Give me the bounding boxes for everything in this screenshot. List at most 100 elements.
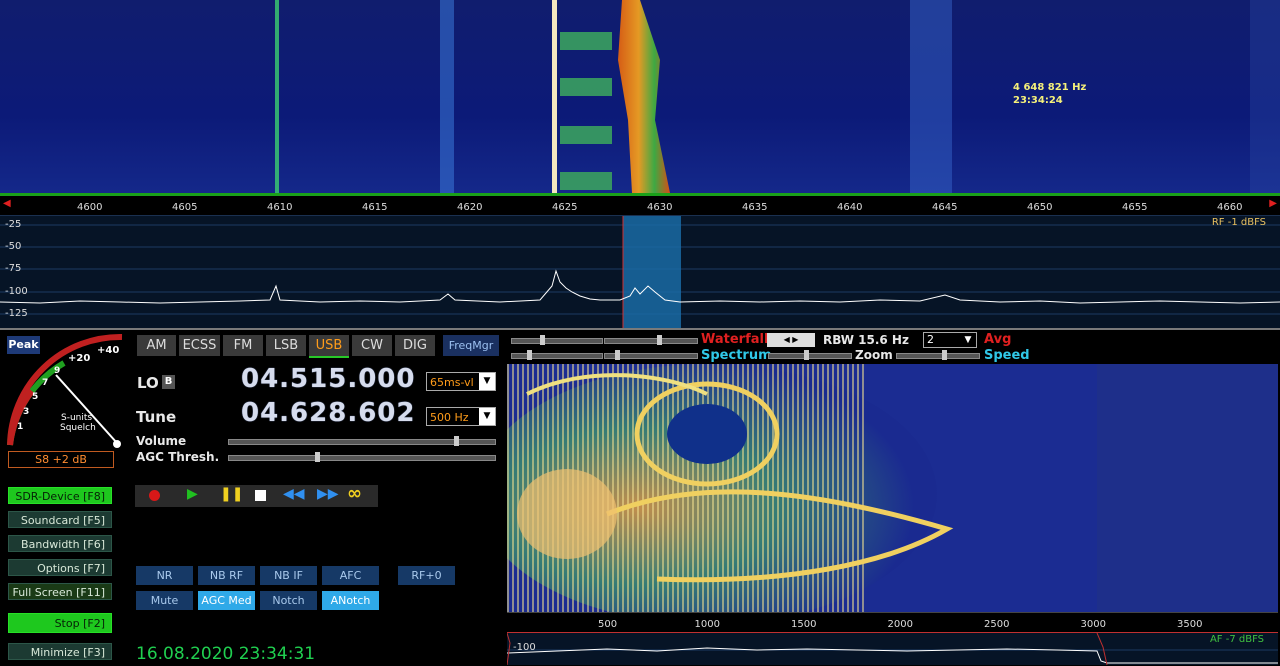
fast-forward-icon[interactable]: ▶▶	[317, 486, 339, 502]
mode-usb-button[interactable]: USB	[309, 335, 349, 358]
waterfall-slider-1[interactable]	[511, 335, 603, 345]
af-level: AF -7 dBFS	[1209, 634, 1264, 645]
speed-label: Speed	[984, 348, 1030, 363]
scroll-right-icon[interactable]: ▶	[1269, 198, 1277, 209]
audio-spectrum[interactable]: -100 AF -7 dBFS	[507, 632, 1278, 665]
audio-tick-label: 2000	[887, 619, 913, 630]
transport-bar: ▶ ❚❚ ◀◀ ▶▶ ∞	[135, 483, 378, 507]
rbw-stepper[interactable]: ◀ ▶	[767, 333, 815, 347]
full-screen-button[interactable]: Full Screen [F11]	[8, 583, 112, 600]
frequency-tick-label: 4620	[457, 202, 483, 213]
lo-speed-select[interactable]: 65ms-vl ▼	[426, 372, 496, 391]
frequency-tick-label: 4635	[742, 202, 768, 213]
db-tick-label: -25	[5, 219, 22, 230]
slider-knob[interactable]	[657, 335, 662, 345]
stop-icon[interactable]	[255, 490, 266, 501]
agc-threshold-slider[interactable]	[228, 452, 496, 462]
scale-9: 9	[54, 366, 61, 376]
db-tick-label: -125	[5, 308, 28, 319]
agc-threshold-knob[interactable]	[315, 452, 320, 462]
mode-ecss-button[interactable]: ECSS	[179, 335, 220, 356]
pause-icon[interactable]: ❚❚	[220, 486, 243, 502]
spectrum-slider-1[interactable]	[511, 350, 603, 360]
slider-knob[interactable]	[804, 350, 809, 360]
filter-width-select[interactable]: 500 Hz ▼	[426, 407, 496, 426]
freqmgr-button[interactable]: FreqMgr	[443, 335, 499, 356]
stop-button[interactable]: Stop [F2]	[8, 613, 112, 633]
mode-am-button[interactable]: AM	[137, 335, 176, 356]
zoom-slider[interactable]	[768, 350, 852, 360]
spectrum-label: Spectrum	[701, 348, 772, 363]
mode-lsb-button[interactable]: LSB	[266, 335, 306, 356]
soundcard-button[interactable]: Soundcard [F5]	[8, 511, 112, 528]
slider-knob[interactable]	[540, 335, 545, 345]
tune-label: Tune	[136, 408, 177, 426]
loop-icon[interactable]: ∞	[347, 483, 362, 504]
spectrum-slider-2[interactable]	[604, 350, 698, 360]
volume-slider[interactable]	[228, 436, 496, 446]
audio-tick-label: 1500	[791, 619, 817, 630]
notch-button[interactable]: Notch	[260, 591, 317, 610]
frequency-tick-label: 4615	[362, 202, 388, 213]
volume-slider-knob[interactable]	[454, 436, 459, 446]
rf-gain-button[interactable]: RF+0	[398, 566, 455, 585]
squelch-label: Squelch	[60, 423, 96, 433]
audio-waterfall[interactable]	[507, 364, 1097, 612]
nb-rf-button[interactable]: NB RF	[198, 566, 255, 585]
minimize-button[interactable]: Minimize [F3]	[8, 643, 112, 660]
db-tick-label: -50	[5, 241, 22, 252]
mute-button[interactable]: Mute	[136, 591, 193, 610]
rbw-select[interactable]: 2 ▼	[923, 332, 977, 348]
chevron-down-icon[interactable]: ▼	[960, 333, 976, 347]
play-icon[interactable]: ▶	[187, 486, 198, 502]
chevron-down-icon[interactable]: ▼	[479, 408, 495, 425]
slider-knob[interactable]	[942, 350, 947, 360]
waterfall-slider-2[interactable]	[604, 335, 698, 345]
scroll-left-icon[interactable]: ◀	[3, 198, 11, 209]
s-meter: Peak +40 +20 9 7 5 3 1 S-units Squelch S…	[4, 333, 128, 468]
frequency-tick-label: 4605	[172, 202, 198, 213]
frequency-tick-label: 4630	[647, 202, 673, 213]
slider-knob[interactable]	[527, 350, 532, 360]
db-tick-label: -100	[5, 286, 28, 297]
rbw-label: RBW 15.6 Hz	[823, 333, 909, 347]
slider-knob[interactable]	[615, 350, 620, 360]
mode-cw-button[interactable]: CW	[352, 335, 392, 356]
mode-fm-button[interactable]: FM	[223, 335, 263, 356]
nb-if-button[interactable]: NB IF	[260, 566, 317, 585]
audio-spectrum-plot	[507, 633, 1278, 665]
frequency-tick-label: 4655	[1122, 202, 1148, 213]
bandwidth-button[interactable]: Bandwidth [F6]	[8, 535, 112, 552]
filter-width-value: 500 Hz	[430, 411, 469, 424]
scale-plus40: +40	[97, 345, 120, 356]
scale-7: 7	[42, 378, 49, 388]
audio-frequency-ruler: 500 1000 1500 2000 2500 3000 3500	[507, 612, 1278, 633]
scale-plus20: +20	[68, 353, 91, 364]
audio-tick-label: 3500	[1177, 619, 1203, 630]
tune-frequency-display[interactable]: 04.628.602	[241, 398, 415, 428]
frequency-tick-label: 4640	[837, 202, 863, 213]
lo-frequency-display[interactable]: 04.515.000	[241, 364, 415, 394]
db-tick-label: -75	[5, 263, 22, 274]
sdr-device-button[interactable]: SDR-Device [F8]	[8, 487, 112, 504]
frequency-tick-label: 4660	[1217, 202, 1243, 213]
anotch-button[interactable]: ANotch	[322, 591, 379, 610]
rewind-icon[interactable]: ◀◀	[283, 486, 305, 502]
afc-button[interactable]: AFC	[322, 566, 379, 585]
rf-spectrum[interactable]: -25 -50 -75 -100 -125 RF -1 dBFS	[0, 215, 1280, 329]
lo-badge[interactable]: B	[162, 375, 175, 389]
options-button[interactable]: Options [F7]	[8, 559, 112, 576]
speed-slider[interactable]	[896, 350, 980, 360]
avg-label: Avg	[984, 332, 1012, 347]
record-icon[interactable]	[149, 490, 160, 501]
audio-tick-label: 1000	[694, 619, 720, 630]
nr-button[interactable]: NR	[136, 566, 193, 585]
audio-tick-label: 3000	[1080, 619, 1106, 630]
agc-med-button[interactable]: AGC Med	[198, 591, 255, 610]
s-meter-reading: S8 +2 dB	[8, 451, 114, 468]
mode-dig-button[interactable]: DIG	[395, 335, 435, 356]
chevron-down-icon[interactable]: ▼	[479, 373, 495, 390]
frequency-tick-label: 4645	[932, 202, 958, 213]
volume-label: Volume	[136, 434, 187, 448]
main-waterfall[interactable]: 4 648 821 Hz 23:34:24	[0, 0, 1280, 193]
